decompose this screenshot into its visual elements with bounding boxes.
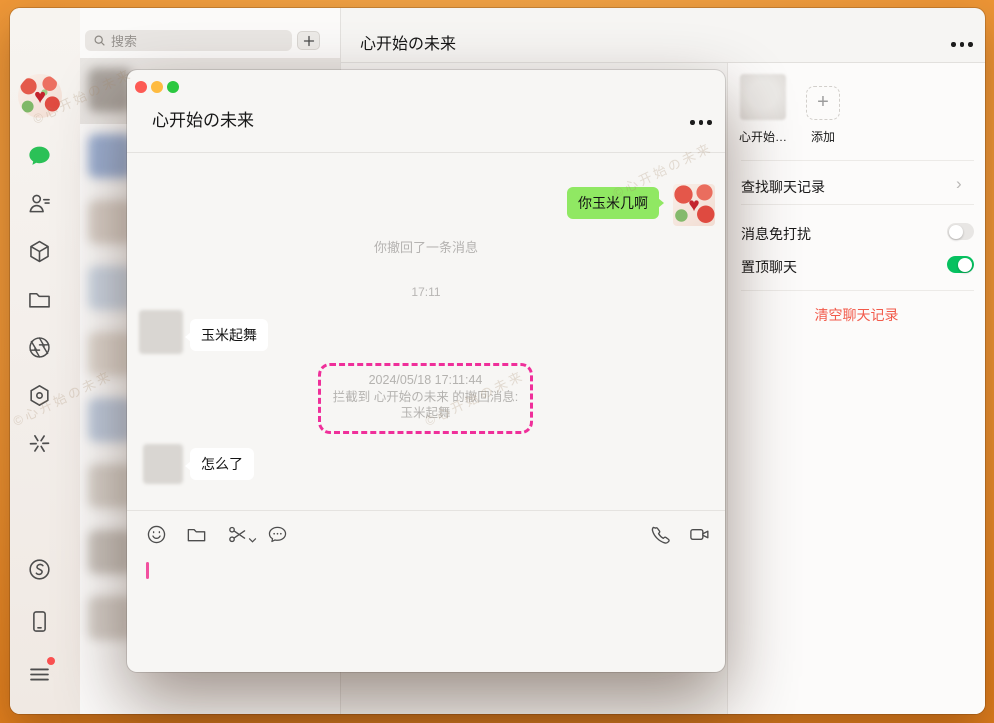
sidebar-item-collections[interactable] xyxy=(25,237,53,265)
message-bubble-incoming[interactable]: 怎么了 xyxy=(190,448,254,480)
intercept-time: 2024/05/18 17:11:44 xyxy=(321,372,530,389)
moments-aperture-icon xyxy=(26,334,53,361)
chat-popup-window: 心开始の未来 17:06 你玉米几啊 ♥ 你撤回了一条消息 17:11 玉米起舞… xyxy=(127,70,725,672)
navigation-sidebar: ♥ xyxy=(10,8,80,714)
message-scroll-area[interactable]: 17:06 你玉米几啊 ♥ 你撤回了一条消息 17:11 玉米起舞 2024/0… xyxy=(127,153,725,510)
screenshot-options-chevron[interactable] xyxy=(248,531,257,538)
timestamp: 17:11 xyxy=(127,285,725,299)
divider xyxy=(741,204,974,205)
channels-s-icon xyxy=(26,556,53,583)
search-icon xyxy=(93,34,106,47)
sidebar-item-contacts[interactable] xyxy=(25,189,53,217)
find-history-label[interactable]: 查找聊天记录 xyxy=(741,177,825,197)
scissors-icon xyxy=(226,523,249,546)
voice-call-button[interactable] xyxy=(648,523,671,546)
contacts-icon xyxy=(26,190,53,217)
chat-bubble-icon xyxy=(26,143,53,170)
video-camera-icon xyxy=(688,523,711,546)
popup-more-button[interactable] xyxy=(690,120,712,125)
search-input[interactable]: 搜索 xyxy=(85,30,292,51)
sparkle-icon xyxy=(26,430,53,457)
peer-avatar[interactable] xyxy=(143,444,183,484)
recall-notice: 你撤回了一条消息 xyxy=(127,237,725,256)
popup-chat-title: 心开始の未来 xyxy=(152,106,254,131)
blurred-avatar xyxy=(88,332,132,376)
chat-detail-panel: + 心开始… 添加 查找聊天记录 › 消息免打扰 置顶聊天 清空聊天记录 xyxy=(728,63,985,714)
mute-label: 消息免打扰 xyxy=(741,224,811,244)
chevron-right-icon[interactable]: › xyxy=(956,177,962,191)
minimize-button[interactable] xyxy=(151,81,163,93)
sidebar-item-miniprogram[interactable] xyxy=(25,381,53,409)
timestamp: 17:06 xyxy=(127,153,725,156)
message-bubble-outgoing[interactable]: 你玉米几啊 xyxy=(567,187,659,219)
chat-title: 心开始の未来 xyxy=(360,30,456,54)
folder-icon xyxy=(185,523,208,546)
blurred-avatar xyxy=(88,596,132,640)
recall-intercept-box: 2024/05/18 17:11:44 拦截到 心开始の未来 的撤回消息: 玉米… xyxy=(318,363,533,434)
chat-history-button[interactable] xyxy=(266,523,289,546)
chevron-down-icon xyxy=(248,537,257,544)
add-member-label: 添加 xyxy=(806,128,840,145)
mute-toggle[interactable] xyxy=(947,223,974,240)
heart-decoration: ♥ xyxy=(673,195,715,217)
notification-badge xyxy=(47,657,55,665)
collections-cube-icon xyxy=(26,238,53,265)
phone-call-icon xyxy=(648,523,671,546)
blurred-avatar xyxy=(88,68,132,112)
toolbar-divider xyxy=(127,510,725,511)
outgoing-message-row: 你玉米几啊 ♥ xyxy=(567,184,715,226)
heart-decoration: ♥ xyxy=(18,87,62,107)
message-bubble-incoming[interactable]: 玉米起舞 xyxy=(190,319,268,351)
new-chat-button[interactable] xyxy=(297,31,320,50)
member-avatar[interactable] xyxy=(740,74,786,120)
zoom-button[interactable] xyxy=(167,81,179,93)
member-name: 心开始… xyxy=(732,128,794,145)
blurred-avatar xyxy=(88,200,132,244)
divider xyxy=(741,290,974,291)
folder-icon xyxy=(26,286,53,313)
incoming-message-row: 玉米起舞 xyxy=(139,310,268,354)
incoming-message-row: 怎么了 xyxy=(143,444,254,484)
sidebar-item-sparkle[interactable] xyxy=(25,429,53,457)
close-button[interactable] xyxy=(135,81,147,93)
emoji-icon xyxy=(145,523,168,546)
text-input-caret[interactable] xyxy=(146,562,149,579)
blurred-avatar xyxy=(88,398,132,442)
clear-history-button[interactable]: 清空聊天记录 xyxy=(728,305,985,325)
intercept-line: 拦截到 心开始の未来 的撤回消息: xyxy=(321,389,530,406)
blurred-avatar xyxy=(88,266,132,310)
blurred-avatar xyxy=(88,464,132,508)
send-file-button[interactable] xyxy=(185,523,208,546)
sidebar-item-menu[interactable] xyxy=(25,660,53,688)
intercept-content: 玉米起舞 xyxy=(321,405,530,422)
sidebar-item-files[interactable] xyxy=(25,285,53,313)
miniprogram-hex-icon xyxy=(26,382,53,409)
search-placeholder: 搜索 xyxy=(111,31,137,50)
video-call-button[interactable] xyxy=(688,523,711,546)
mobile-phone-icon xyxy=(26,608,53,635)
sidebar-item-chats[interactable] xyxy=(25,142,53,170)
sidebar-item-moments[interactable] xyxy=(25,333,53,361)
my-chat-avatar[interactable]: ♥ xyxy=(673,184,715,226)
screenshot-button[interactable] xyxy=(226,523,249,546)
blurred-avatar xyxy=(88,530,132,574)
my-avatar[interactable]: ♥ xyxy=(18,74,62,118)
emoji-button[interactable] xyxy=(145,523,168,546)
sidebar-item-mobile[interactable] xyxy=(25,607,53,635)
blurred-avatar xyxy=(88,134,132,178)
desktop: ♥ xyxy=(0,0,994,723)
peer-avatar[interactable] xyxy=(139,310,183,354)
chat-more-button[interactable] xyxy=(951,42,973,47)
divider xyxy=(741,160,974,161)
chat-history-icon xyxy=(266,523,289,546)
pin-label: 置顶聊天 xyxy=(741,257,797,277)
pin-toggle[interactable] xyxy=(947,256,974,273)
sidebar-item-channels[interactable] xyxy=(25,555,53,583)
plus-icon xyxy=(303,35,315,47)
add-member-button[interactable]: + xyxy=(806,86,840,120)
